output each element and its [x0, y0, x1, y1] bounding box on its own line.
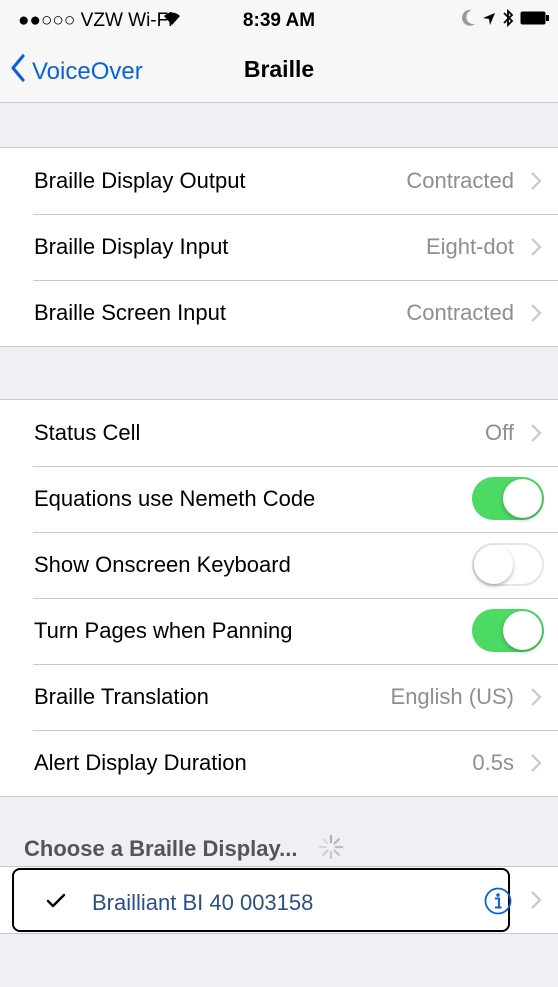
- row-value: English (US): [390, 684, 514, 709]
- nemeth-code-switch[interactable]: [472, 477, 544, 520]
- braille-settings-group: Status Cell Off Equations use Nemeth Cod…: [0, 399, 558, 797]
- section-header-label: Choose a Braille Display...: [24, 835, 298, 861]
- info-button[interactable]: [484, 887, 512, 920]
- row-value: Eight-dot: [425, 234, 514, 259]
- row-braille-translation[interactable]: Braille Translation English (US): [0, 664, 558, 730]
- braille-display-item[interactable]: Brailliant BI 40 003158: [12, 868, 510, 932]
- row-status-cell[interactable]: Status Cell Off: [0, 400, 558, 466]
- row-label: Braille Translation: [34, 684, 209, 709]
- row-label: Equations use Nemeth Code: [34, 486, 316, 511]
- loading-spinner-icon: [318, 834, 344, 866]
- chevron-right-icon: [530, 753, 542, 778]
- switch-knob: [503, 479, 542, 518]
- page-title: Braille: [243, 56, 315, 82]
- row-value: Off: [485, 420, 514, 445]
- navigation-bar: VoiceOver Braille: [0, 40, 558, 103]
- row-onscreen-keyboard: Show Onscreen Keyboard: [0, 532, 558, 598]
- row-label: Status Cell: [34, 420, 141, 445]
- chevron-right-icon: [530, 171, 542, 196]
- row-label: Braille Display Input: [34, 234, 229, 259]
- row-label: Alert Display Duration: [34, 750, 247, 775]
- row-value: Contracted: [406, 300, 514, 325]
- row-label: Show Onscreen Keyboard: [34, 552, 291, 577]
- moon-icon: [462, 9, 476, 33]
- row-turn-pages: Turn Pages when Panning: [0, 598, 558, 664]
- row-braille-display-output[interactable]: Braille Display Output Contracted: [0, 148, 558, 214]
- bluetooth-icon: [502, 8, 514, 34]
- row-alert-duration[interactable]: Alert Display Duration 0.5s: [0, 730, 558, 796]
- battery-icon: [520, 10, 550, 32]
- location-arrow-icon: [482, 10, 496, 32]
- status-bar: ●●○○○ VZW Wi-Fi 8:39 AM: [0, 0, 558, 40]
- row-value: 0.5s: [472, 750, 514, 775]
- row-label: Turn Pages when Panning: [34, 618, 293, 643]
- row-value: Contracted: [406, 168, 514, 193]
- braille-display-name: Brailliant BI 40 003158: [92, 890, 314, 915]
- checkmark-icon: [46, 893, 66, 914]
- row-label: Braille Display Output: [34, 168, 246, 193]
- switch-knob: [474, 545, 513, 584]
- chevron-right-icon: [530, 303, 542, 328]
- chevron-right-icon: [530, 687, 542, 712]
- braille-display-list: Brailliant BI 40 003158: [0, 866, 558, 934]
- status-icons: [462, 8, 550, 34]
- braille-output-group: Braille Display Output Contracted Braill…: [0, 147, 558, 347]
- row-braille-screen-input[interactable]: Braille Screen Input Contracted: [0, 280, 558, 346]
- onscreen-keyboard-switch[interactable]: [472, 543, 544, 586]
- section-header: Choose a Braille Display...: [24, 834, 344, 866]
- turn-pages-switch[interactable]: [472, 609, 544, 652]
- chevron-right-icon: [530, 237, 542, 262]
- chevron-right-icon: [530, 890, 542, 915]
- switch-knob: [503, 611, 542, 650]
- chevron-right-icon: [530, 423, 542, 448]
- row-nemeth-code: Equations use Nemeth Code: [0, 466, 558, 532]
- row-braille-display-input[interactable]: Braille Display Input Eight-dot: [0, 214, 558, 280]
- row-label: Braille Screen Input: [34, 300, 226, 325]
